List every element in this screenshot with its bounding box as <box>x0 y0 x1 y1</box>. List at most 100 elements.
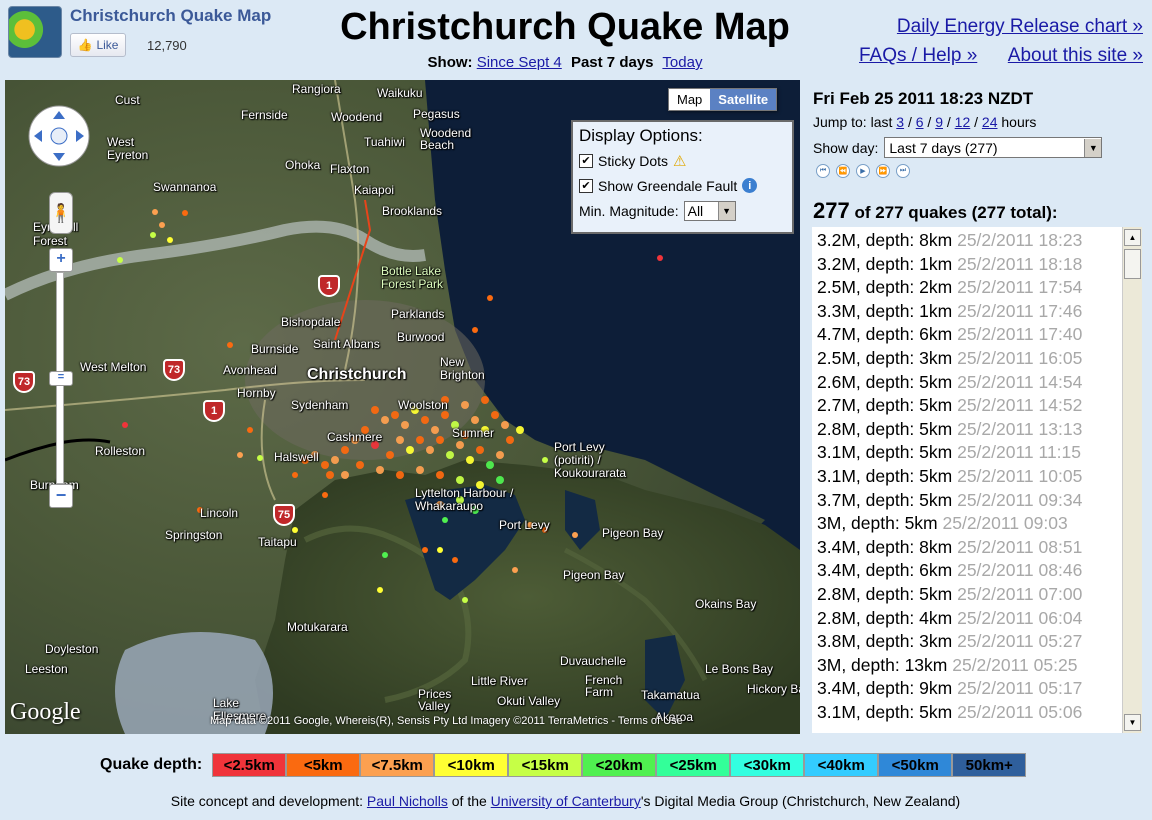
quake-time: 25/2/2011 11:15 <box>957 442 1082 463</box>
quake-list-item[interactable]: 2.8M, depth: 4km 25/2/2011 06:04 <box>817 607 1082 631</box>
sticky-dots-option[interactable]: ✔ Sticky Dots ⚠ <box>579 148 786 173</box>
site-name[interactable]: Christchurch Quake Map <box>70 6 271 26</box>
quake-magnitude: 3.2M <box>817 230 856 250</box>
sticky-dots-label: Sticky Dots <box>598 152 669 169</box>
zoom-out-button[interactable]: − <box>49 484 73 508</box>
skip-to-end-icon[interactable]: ⏭ <box>896 164 910 178</box>
info-icon[interactable]: i <box>742 178 758 193</box>
quake-list-item[interactable]: 3.1M, depth: 5km 25/2/2011 05:06 <box>817 701 1082 725</box>
place-label: Halswell <box>274 450 319 464</box>
quake-list[interactable]: 3.2M, depth: 8km 25/2/2011 18:23 3.2M, de… <box>812 227 1142 733</box>
quake-list-item[interactable]: 3.8M, depth: 3km 25/2/2011 05:27 <box>817 630 1082 654</box>
quake-list-item[interactable]: 3.4M, depth: 8km 25/2/2011 08:51 <box>817 536 1082 560</box>
quake-list-item[interactable]: 2.8M, depth: 5km 25/2/2011 07:00 <box>817 583 1082 607</box>
author-link[interactable]: Paul Nicholls <box>367 793 448 809</box>
min-magnitude-select[interactable]: All ▼ <box>683 200 736 221</box>
show-fault-checkbox[interactable]: ✔ <box>579 178 593 193</box>
faq-help-link[interactable]: FAQs / Help » <box>859 45 977 67</box>
quake-list-item[interactable]: 2.7M, depth: 5km 25/2/2011 14:52 <box>817 394 1082 418</box>
quake-magnitude: 3.7M <box>817 489 856 510</box>
quake-list-item[interactable]: 2.5M, depth: 3km 25/2/2011 16:05 <box>817 347 1082 371</box>
zoom-slider-thumb[interactable]: = <box>49 371 73 386</box>
min-magnitude-label: Min. Magnitude: <box>579 202 679 219</box>
quake-list-item[interactable]: 2.8M, depth: 5km 25/2/2011 13:13 <box>817 418 1082 442</box>
legend-depth-cell: <30km <box>730 753 805 777</box>
play-icon[interactable]: ▶ <box>856 164 870 178</box>
quake-list-item[interactable]: 3.7M, depth: 5km 25/2/2011 09:34 <box>817 489 1082 513</box>
quake-list-item[interactable]: 3.2M, depth: 8km 25/2/2011 18:23 <box>817 229 1082 253</box>
place-label: Cashmere <box>327 430 383 444</box>
quake-magnitude: 3.1M <box>817 466 856 486</box>
show-since-sept4-link[interactable]: Since Sept 4 <box>477 54 562 71</box>
quake-list-item[interactable]: 3.2M, depth: 1km 25/2/2011 18:18 <box>817 253 1082 277</box>
quake-time: 25/2/2011 10:05 <box>957 466 1083 486</box>
place-label: West Eyreton <box>107 135 149 162</box>
like-label: Like <box>96 38 119 52</box>
scroll-up-icon[interactable]: ▲ <box>1124 229 1141 246</box>
scrollbar-thumb[interactable] <box>1124 249 1141 279</box>
university-link[interactable]: University of Canterbury <box>491 793 641 809</box>
quake-list-item[interactable]: 3.4M, depth: 6km 25/2/2011 08:46 <box>817 559 1082 583</box>
like-button[interactable]: 👍 Like <box>70 33 126 57</box>
show-fault-option[interactable]: ✔ Show Greendale Fault i <box>579 173 786 198</box>
quake-list-item[interactable]: 3.3M, depth: 1km 25/2/2011 17:46 <box>817 300 1082 324</box>
zoom-in-button[interactable]: + <box>49 248 73 272</box>
sticky-dots-checkbox[interactable]: ✔ <box>579 153 593 168</box>
jump-12-hours-link[interactable]: 12 <box>955 114 971 130</box>
quake-list-item[interactable]: 3.1M, depth: 5km 25/2/2011 10:05 <box>817 465 1082 489</box>
quake-depth: 13km <box>904 654 948 675</box>
quake-list-item[interactable]: 4.7M, depth: 6km 25/2/2011 17:40 <box>817 323 1082 347</box>
quake-list-item[interactable]: 2.5M, depth: 2km 25/2/2011 17:54 <box>817 276 1082 300</box>
legend-label: Quake depth: <box>100 756 203 773</box>
quake-depth: 5km <box>904 513 938 534</box>
quake-time: 25/2/2011 14:52 <box>957 395 1083 416</box>
pan-control[interactable] <box>28 105 90 167</box>
quake-list-item[interactable]: 3M, depth: 13km 25/2/2011 05:25 <box>817 654 1077 678</box>
quake-time: 25/2/2011 14:54 <box>957 371 1083 392</box>
quake-list-item[interactable]: 3.4M, depth: 9km 25/2/2011 05:17 <box>817 677 1082 701</box>
map-type-map-button[interactable]: Map <box>669 89 711 110</box>
jump-24-hours-link[interactable]: 24 <box>982 114 998 130</box>
rewind-icon[interactable]: ⏪ <box>836 164 850 178</box>
about-site-link[interactable]: About this site » <box>1008 45 1143 67</box>
show-day-select[interactable]: Last 7 days (277) ▼ <box>884 137 1103 158</box>
quake-list-item[interactable]: 2.6M, depth: 5km 25/2/2011 14:54 <box>817 371 1082 395</box>
scroll-down-icon[interactable]: ▼ <box>1124 714 1141 731</box>
quake-list-item[interactable]: 3.1M, depth: 5km 25/2/2011 11:15 <box>817 441 1081 465</box>
site-logo <box>8 6 62 58</box>
map-attribution[interactable]: Map data ©2011 Google, Whereis(R), Sensi… <box>210 715 683 727</box>
current-datetime: Fri Feb 25 2011 18:23 NZDT <box>813 89 1034 108</box>
quake-list-item[interactable]: 3M, depth: 5km 25/2/2011 09:03 <box>817 512 1068 536</box>
quake-depth: 6km <box>919 324 953 345</box>
place-label: Swannanoa <box>153 180 217 194</box>
place-label: Leeston <box>25 662 68 676</box>
jump-9-hours-link[interactable]: 9 <box>935 114 943 130</box>
legend-depth-cell: <7.5km <box>360 753 435 777</box>
jump-6-hours-link[interactable]: 6 <box>916 114 924 130</box>
skip-to-start-icon[interactable]: ⏮ <box>816 164 830 178</box>
legend-depth-cell: <2.5km <box>212 753 287 777</box>
quake-magnitude: 3M <box>817 513 842 534</box>
warning-icon[interactable]: ⚠ <box>673 152 686 170</box>
quake-time: 25/2/2011 07:00 <box>957 584 1083 604</box>
show-today-link[interactable]: Today <box>662 54 702 71</box>
quake-depth: 8km <box>919 536 953 557</box>
quake-time: 25/2/2011 17:46 <box>957 300 1083 321</box>
legend-depth-cell: <10km <box>434 753 509 777</box>
scrollbar[interactable]: ▲ ▼ <box>1122 227 1142 733</box>
place-label: Taitapu <box>258 535 297 549</box>
place-label: Rangiora <box>292 82 341 96</box>
place-label: Tuahiwi <box>364 135 405 149</box>
map-type-satellite-button[interactable]: Satellite <box>710 89 777 110</box>
quake-map[interactable]: 1 73 73 1 75 Rangiora Waikuku Cust Ferns… <box>5 80 800 734</box>
energy-chart-link[interactable]: Daily Energy Release chart » <box>897 16 1143 38</box>
quake-magnitude: 3.4M <box>817 560 856 581</box>
quake-magnitude: 2.5M <box>817 348 856 368</box>
fast-forward-icon[interactable]: ⏩ <box>876 164 890 178</box>
quake-count-text: of 277 quakes (277 total): <box>854 203 1058 222</box>
quake-time: 25/2/2011 05:06 <box>957 702 1083 722</box>
place-label: Doyleston <box>45 642 99 656</box>
jump-3-hours-link[interactable]: 3 <box>896 114 904 130</box>
place-label: Saint Albans <box>313 337 380 351</box>
street-view-pegman-icon[interactable]: 🧍 <box>49 192 73 234</box>
